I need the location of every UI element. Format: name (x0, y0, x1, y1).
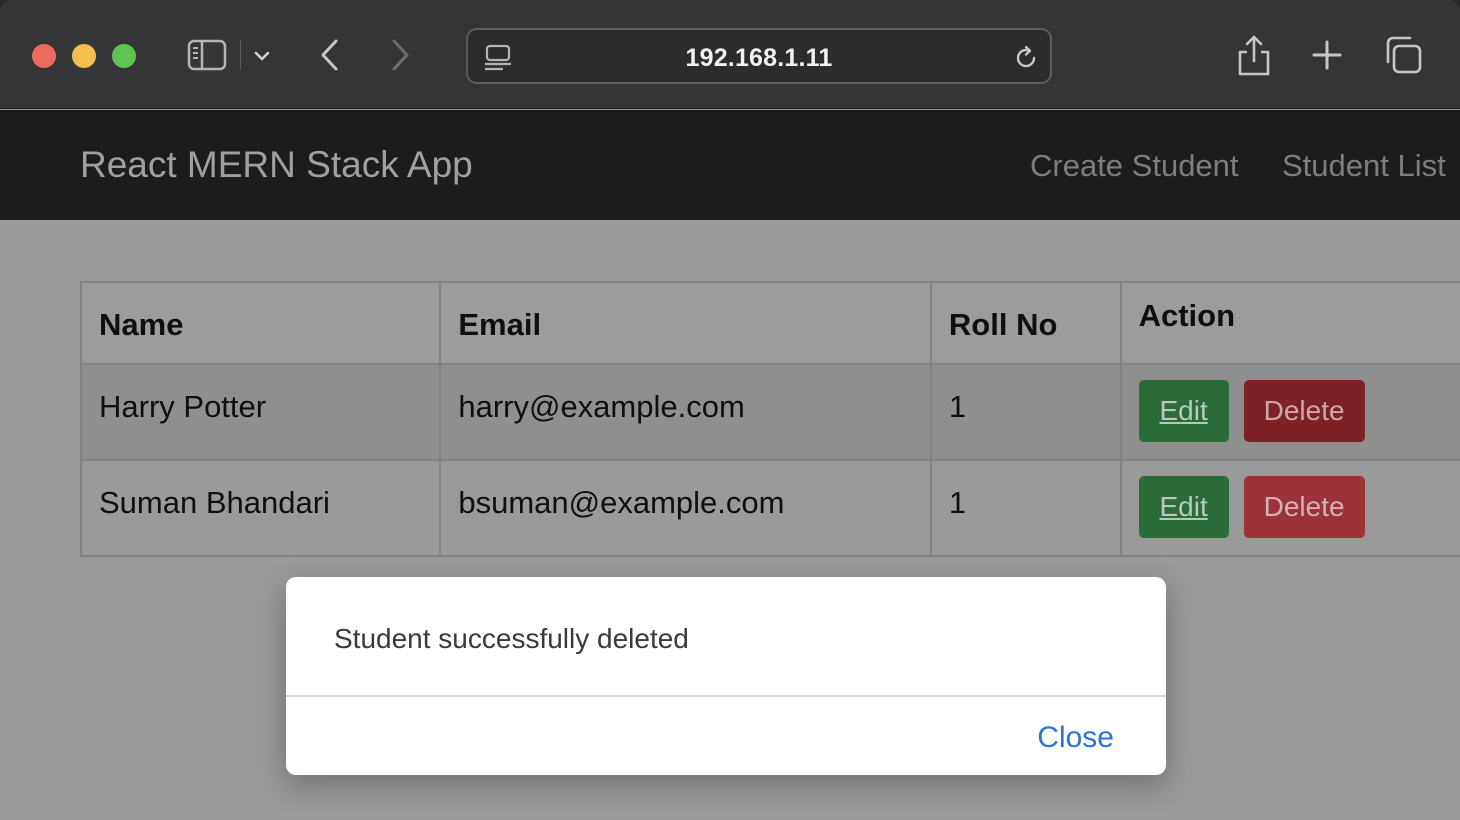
edit-button[interactable]: Edit (1138, 380, 1229, 442)
chevron-left-icon[interactable] (314, 36, 346, 74)
minimize-window-button[interactable] (72, 44, 96, 68)
student-table: Name Email Roll No Action Harry Potter h… (79, 281, 1460, 557)
cell-action: Edit Delete (1119, 459, 1460, 557)
nav-link-student-list[interactable]: Student List (1282, 148, 1446, 184)
share-icon[interactable] (1234, 32, 1274, 78)
column-header-action: Action (1119, 281, 1460, 365)
cell-email: bsuman@example.com (439, 459, 932, 557)
app-navbar: React MERN Stack App Create Student Stud… (0, 110, 1460, 220)
column-header-email: Email (439, 281, 932, 365)
zoom-window-button[interactable] (112, 44, 136, 68)
cell-name: Suman Bhandari (79, 459, 442, 557)
cell-name: Harry Potter (79, 363, 442, 461)
edit-button[interactable]: Edit (1138, 476, 1229, 538)
table-row: Harry Potter harry@example.com 1 Edit Del… (79, 363, 1460, 461)
cell-roll-no: 1 (929, 459, 1122, 557)
browser-toolbar: 192.168.1.11 (0, 0, 1460, 109)
alert-dialog: Student successfully deleted Close (286, 577, 1166, 775)
cell-roll-no: 1 (929, 363, 1122, 461)
table-row: Suman Bhandari bsuman@example.com 1 Edit… (79, 459, 1460, 557)
page-content: React MERN Stack App Create Student Stud… (0, 110, 1460, 820)
delete-button[interactable]: Delete (1243, 476, 1365, 538)
cell-action: Edit Delete (1119, 363, 1460, 461)
column-header-roll-no: Roll No (929, 281, 1122, 365)
plus-icon[interactable] (1308, 36, 1346, 74)
browser-window: 192.168.1.11 React MERN Stack App Create… (0, 0, 1460, 820)
delete-button[interactable]: Delete (1243, 380, 1365, 442)
reload-icon[interactable] (1010, 42, 1042, 74)
toolbar-separator (240, 40, 241, 70)
chevron-right-icon[interactable] (384, 36, 416, 74)
nav-link-create-student[interactable]: Create Student (1030, 148, 1239, 184)
tab-overview-icon[interactable] (1382, 34, 1424, 76)
url-text[interactable]: 192.168.1.11 (468, 44, 1050, 73)
dialog-divider (286, 695, 1166, 697)
chevron-down-icon[interactable] (250, 42, 274, 70)
close-window-button[interactable] (32, 44, 56, 68)
navbar-brand[interactable]: React MERN Stack App (80, 144, 473, 186)
address-bar[interactable]: 192.168.1.11 (466, 28, 1052, 84)
cell-email: harry@example.com (439, 363, 932, 461)
dialog-message: Student successfully deleted (334, 623, 689, 654)
close-button[interactable]: Close (1037, 721, 1114, 755)
column-header-name: Name (79, 281, 442, 365)
sidebar-icon[interactable] (186, 38, 228, 72)
student-table-container: Name Email Roll No Action Harry Potter h… (79, 281, 1460, 557)
table-header-row: Name Email Roll No Action (79, 281, 1460, 365)
